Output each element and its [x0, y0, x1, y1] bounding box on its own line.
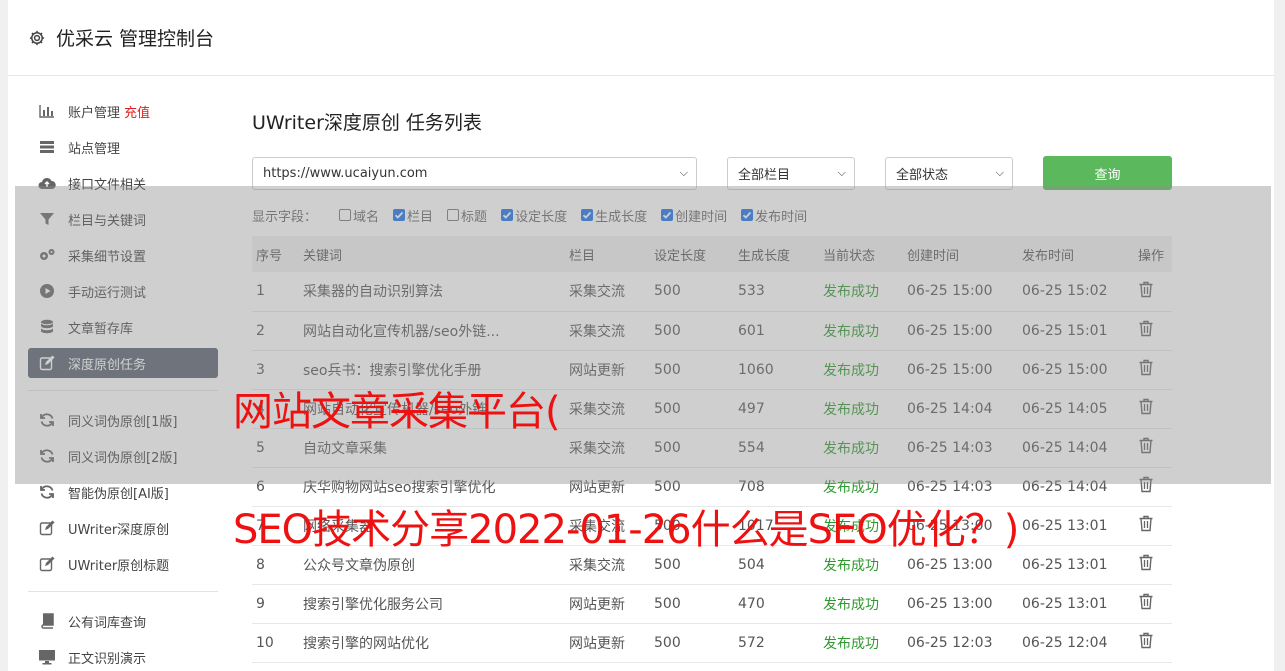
query-button[interactable]: 查询 [1043, 156, 1172, 190]
action-cell [1138, 545, 1172, 584]
table-cell: 9 [256, 595, 265, 612]
action-cell [1138, 623, 1172, 662]
monitor-icon [38, 649, 56, 665]
chevron-down-icon: ⌵ [995, 166, 1004, 179]
page-title: UWriter深度原创 任务列表 [252, 112, 482, 134]
column-select[interactable]: 全部栏目 ⌵ [727, 156, 855, 190]
site-select-value: https://www.ucaiyun.com [263, 165, 428, 181]
sidebar-item-label: UWriter深度原创 [68, 522, 170, 538]
sidebar-item-label: 正文识别演示 [68, 651, 147, 667]
column-select-value: 全部栏目 [738, 167, 791, 183]
chevron-down-icon: ⌵ [837, 166, 846, 179]
table-cell: 06-25 12:04 [1022, 634, 1108, 651]
chevron-down-icon: ⌵ [679, 166, 688, 179]
edit-icon [38, 520, 56, 536]
table-cell: 470 [738, 595, 765, 612]
table-row: 9 搜索引擎优化服务公司 网站更新 500 470 发布成功 06-25 13:00 06-2… [252, 584, 1172, 623]
table-row: 10 搜索引擎的网站优化 网站更新 500 572 发布成功 06-25 12:03 06-2… [252, 623, 1172, 662]
sidebar-item-label: 账户管理 [68, 105, 121, 121]
table-cell: 网站更新 [569, 596, 625, 613]
bar-chart-icon [38, 103, 56, 119]
recharge-link[interactable]: 充值 [124, 102, 150, 121]
edit-icon [38, 556, 56, 572]
sidebar-divider [28, 591, 218, 592]
table-cell: 网站更新 [569, 635, 625, 652]
top-bar: 优采云 管理控制台 [8, 0, 1274, 76]
sidebar-item-label: UWriter原创标题 [68, 558, 170, 574]
sidebar-item-14[interactable]: 正文识别演示 [28, 642, 218, 671]
table-cell: 10 [256, 634, 274, 651]
sidebar-item-1[interactable]: 站点管理 [28, 132, 218, 162]
table-cell: 500 [654, 634, 681, 651]
sidebar-item-12[interactable]: UWriter原创标题 [28, 549, 218, 579]
book-icon [38, 613, 56, 629]
overlay-headline-1: 网站文章采集平台( [233, 389, 561, 435]
sidebar-item-label: 站点管理 [68, 141, 121, 157]
filter-bar: https://www.ucaiyun.com ⌵ 全部栏目 ⌵ 全部状态 ⌵ … [252, 156, 1172, 190]
table-cell: 06-25 12:03 [907, 634, 993, 651]
app-title: 优采云 管理控制台 [56, 28, 215, 50]
sidebar-item-label: 智能伪原创[AI版] [68, 486, 169, 502]
trash-icon[interactable] [1138, 515, 1154, 536]
trash-icon[interactable] [1138, 554, 1154, 575]
status-badge: 发布成功 [823, 596, 879, 613]
sidebar-item-0[interactable]: 账户管理 充值 [28, 96, 218, 126]
sidebar-item-13[interactable]: 公有词库查询 [28, 606, 218, 636]
sidebar-item-11[interactable]: UWriter深度原创 [28, 513, 218, 543]
table-cell: 搜索引擎的网站优化 [303, 635, 429, 652]
image-overlay [15, 186, 1271, 484]
table-cell: 06-25 13:00 [907, 595, 993, 612]
sidebar-item-label: 公有词库查询 [68, 615, 147, 631]
action-cell [1138, 506, 1172, 545]
overlay-headline-2: SEO技术分享2022-01-26什么是SEO优化？) [233, 507, 1019, 553]
trash-icon[interactable] [1138, 632, 1154, 653]
status-select[interactable]: 全部状态 ⌵ [885, 156, 1013, 190]
action-cell [1138, 584, 1172, 623]
site-select[interactable]: https://www.ucaiyun.com ⌵ [252, 156, 697, 190]
refresh-icon [38, 484, 56, 500]
table-cell: 搜索引擎优化服务公司 [303, 596, 443, 613]
status-badge: 发布成功 [823, 635, 879, 652]
table-cell: 06-25 13:01 [1022, 595, 1108, 612]
status-select-value: 全部状态 [896, 167, 949, 183]
trash-icon[interactable] [1138, 593, 1154, 614]
table-cell: 572 [738, 634, 765, 651]
gear-icon [29, 30, 45, 45]
table-cell: 500 [654, 595, 681, 612]
server-icon [38, 139, 56, 155]
